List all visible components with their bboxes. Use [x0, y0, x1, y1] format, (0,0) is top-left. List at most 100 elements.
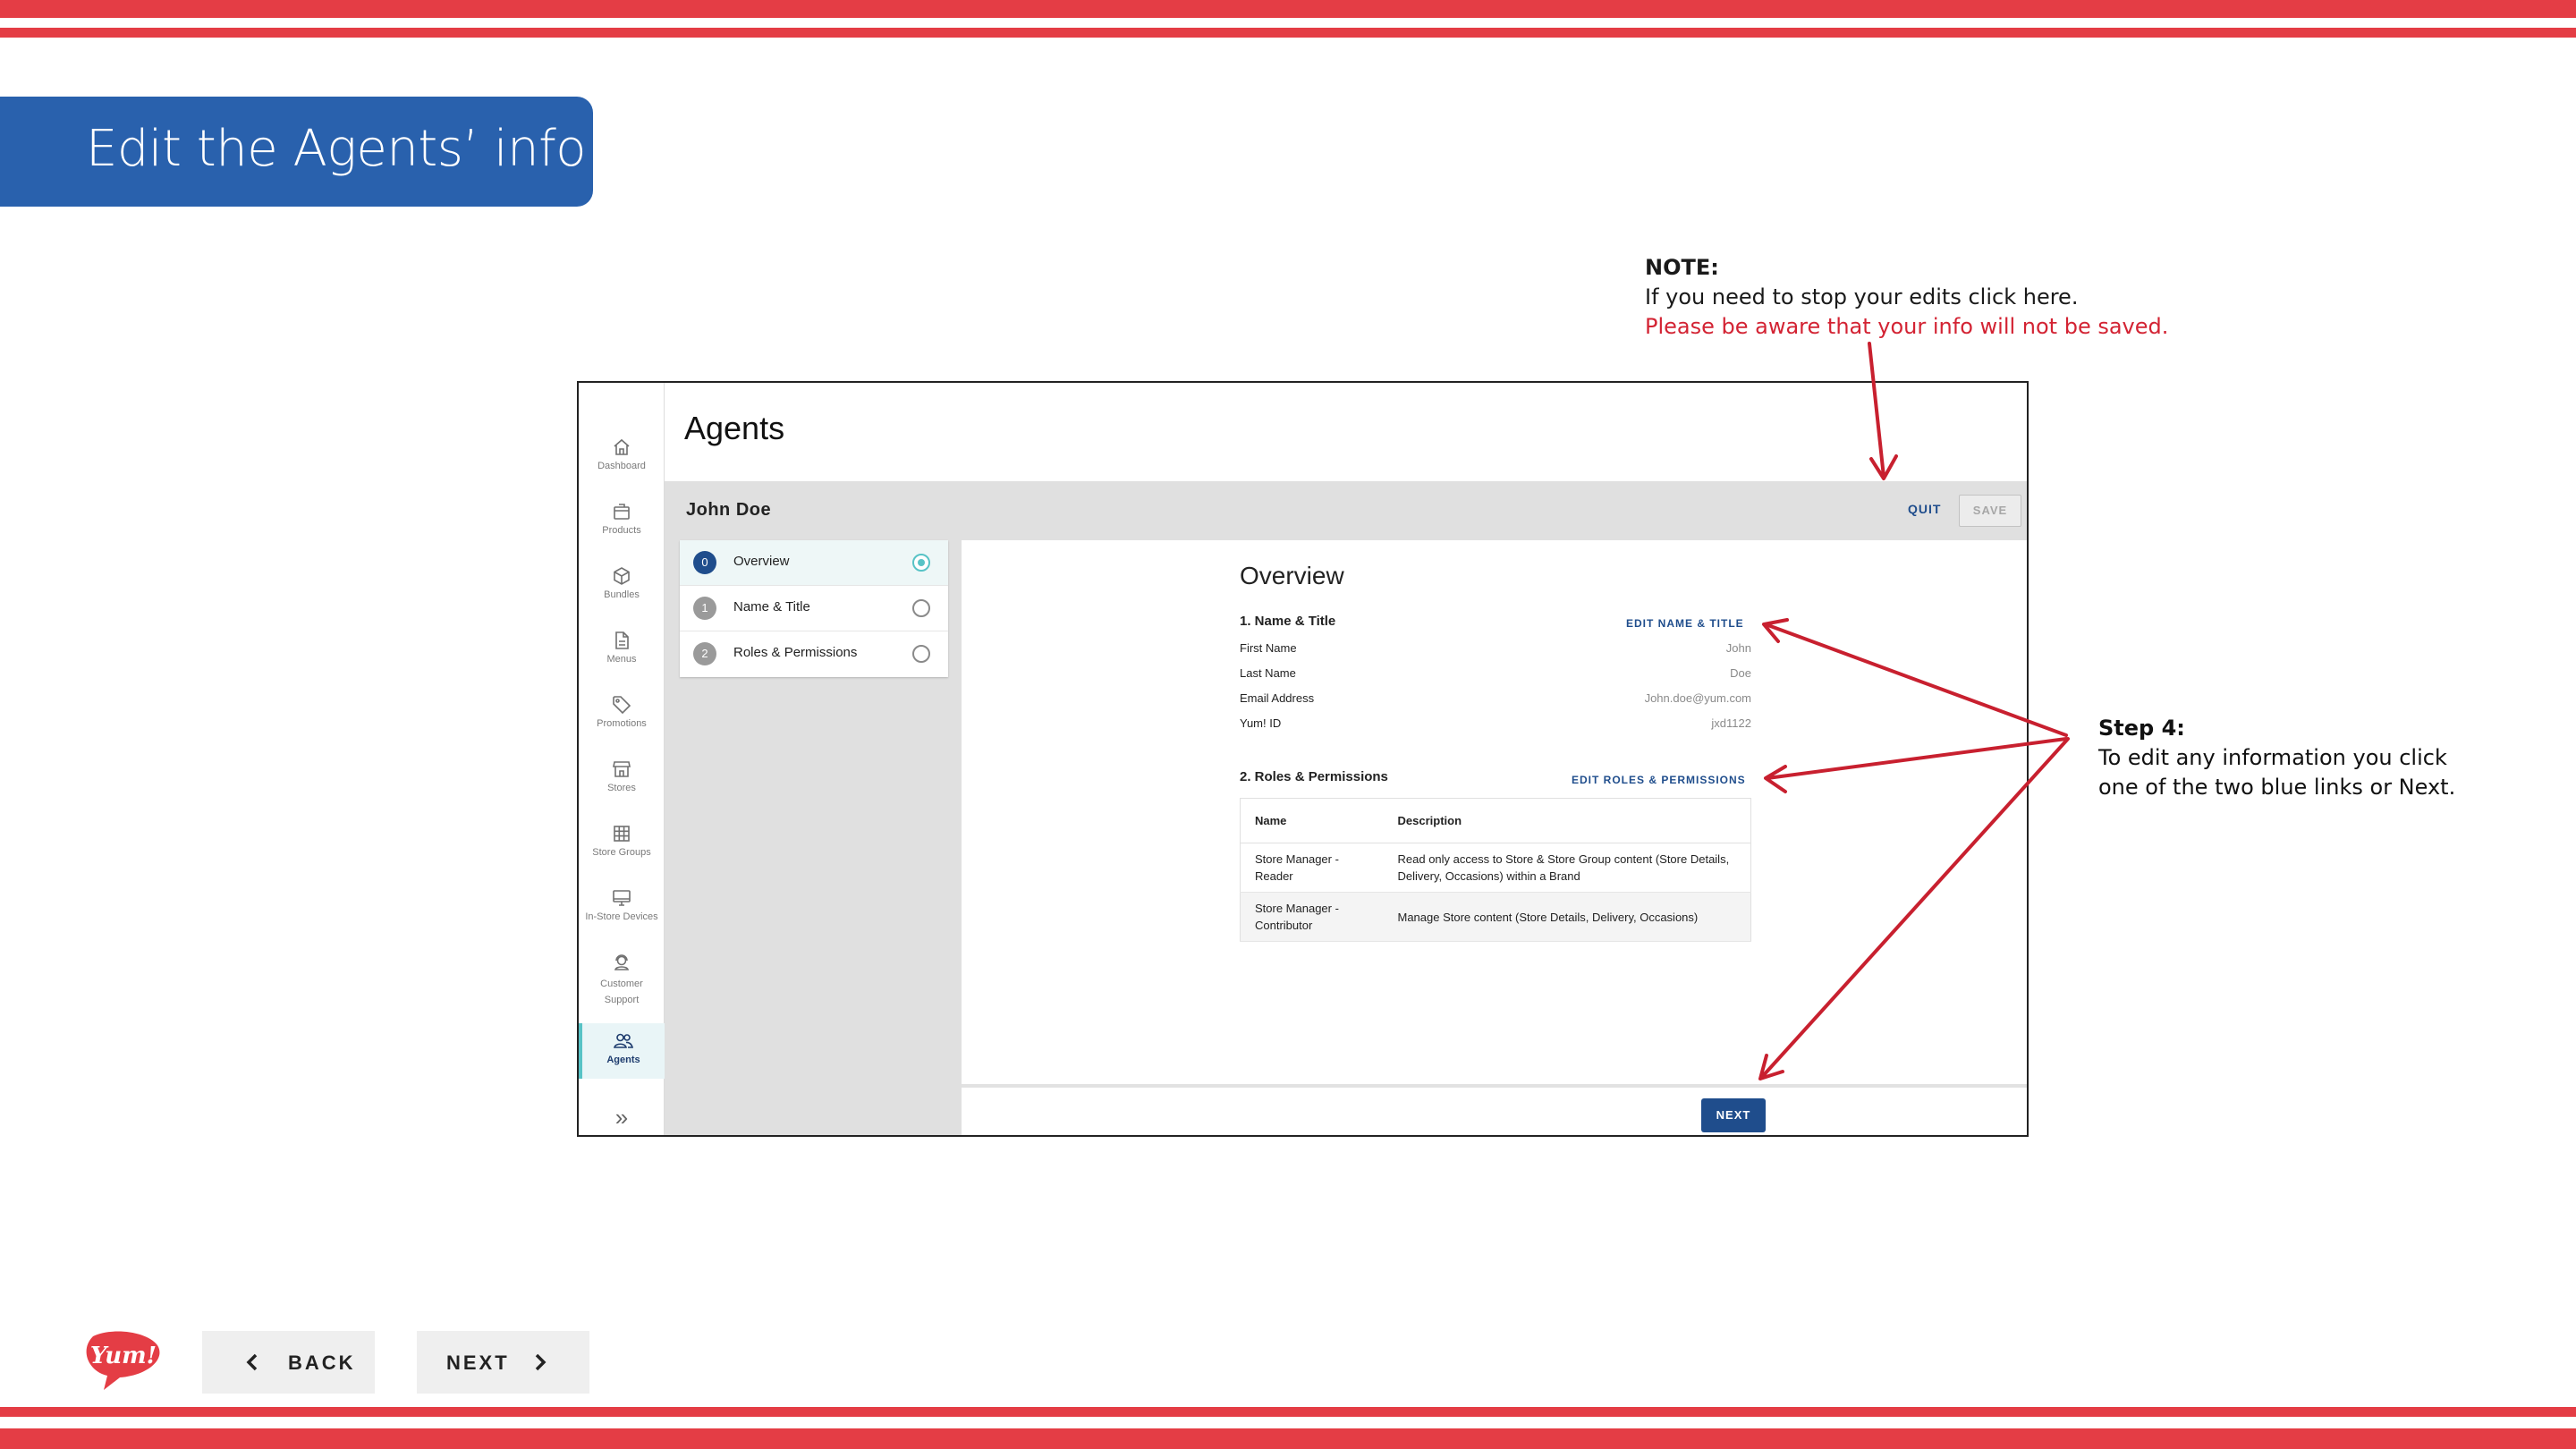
app-next-button[interactable]: NEXT [1701, 1098, 1766, 1132]
overview-title: Overview [1240, 562, 1344, 589]
sidebar-item-in-store-devices[interactable]: In-Store Devices [579, 887, 665, 922]
slide-title: Edit the Agents’ info [0, 97, 593, 207]
roles-section-title: 2. Roles & Permissions [1240, 769, 1388, 784]
table-row: Store Manager - Contributor Manage Store… [1240, 892, 1751, 942]
field-value: Doe [1730, 666, 1751, 680]
sidebar-item-label: Customer Support [600, 979, 643, 1005]
field-label: First Name [1240, 641, 1297, 655]
step-radio [912, 554, 930, 572]
monitor-icon [611, 887, 632, 909]
note-warning: Please be aware that your info will not … [1645, 314, 2169, 339]
grid-icon [611, 823, 632, 844]
sidebar-item-stores[interactable]: Stores [579, 758, 665, 793]
sidebar-item-agents[interactable]: Agents [579, 1023, 665, 1079]
overview-content: Overview 1. Name & Title EDIT NAME & TIT… [962, 540, 2027, 1135]
field-value: John [1725, 641, 1751, 655]
step-number: 1 [693, 597, 716, 620]
role-name: Store Manager - Reader [1240, 843, 1384, 893]
sidebar-item-promotions[interactable]: Promotions [579, 694, 665, 729]
sidebar-item-label: Agents [606, 1055, 640, 1065]
step-number: 0 [693, 551, 716, 574]
document-icon [611, 630, 632, 651]
sidebar-item-label: Bundles [604, 589, 640, 600]
note-heading: NOTE: [1645, 255, 1719, 280]
top-stripe-2 [0, 28, 2576, 38]
field-label: Last Name [1240, 666, 1296, 680]
step-radio [912, 645, 930, 663]
sidebar-item-label: Products [602, 525, 641, 536]
sidebar-item-bundles[interactable]: Bundles [579, 565, 665, 600]
field-value: jxd1122 [1711, 716, 1751, 730]
top-stripe-1 [0, 0, 2576, 18]
column-header-name: Name [1240, 798, 1384, 843]
page-title: Agents [684, 410, 785, 446]
sidebar: Dashboard Products Bundles Menus Promoti… [579, 383, 665, 1135]
sidebar-item-store-groups[interactable]: Store Groups [579, 823, 665, 858]
home-icon [611, 436, 632, 458]
chevron-right-icon [528, 1351, 551, 1374]
field-value: John.doe@yum.com [1644, 691, 1751, 705]
column-header-description: Description [1383, 798, 1751, 843]
next-label: NEXT [446, 1352, 510, 1374]
note-line-1: If you need to stop your edits click her… [1645, 284, 2079, 309]
sidebar-item-label: Stores [607, 783, 636, 793]
step-overview[interactable]: 0 Overview [680, 540, 948, 586]
step-roles-permissions[interactable]: 2 Roles & Permissions [680, 631, 948, 677]
sidebar-item-label: Promotions [597, 718, 647, 729]
step-list: 0 Overview 1 Name & Title 2 Roles & Perm… [680, 540, 948, 677]
step-radio [912, 599, 930, 617]
table-row: Store Manager - Reader Read only access … [1240, 843, 1751, 893]
sidebar-item-menus[interactable]: Menus [579, 630, 665, 665]
edit-name-title-link[interactable]: EDIT NAME & TITLE [1626, 617, 1744, 630]
note-callout: NOTE: If you need to stop your edits cli… [1645, 253, 2168, 342]
field-last-name: Last Name Doe [1240, 666, 1751, 680]
save-button[interactable]: SAVE [1959, 495, 2021, 527]
sidebar-item-label: Store Groups [592, 847, 651, 858]
footer-divider [962, 1084, 2027, 1088]
people-icon [613, 1030, 634, 1052]
headset-icon [611, 952, 632, 973]
back-label: BACK [288, 1352, 356, 1374]
field-yum-id: Yum! ID jxd1122 [1240, 716, 1751, 730]
svg-text:Yum!: Yum! [90, 1343, 157, 1369]
next-button[interactable]: NEXT [417, 1331, 589, 1394]
sidebar-item-label: Menus [606, 654, 637, 665]
bottom-stripe-1 [0, 1407, 2576, 1417]
yum-logo: Yum! [86, 1331, 160, 1390]
tag-icon [611, 694, 632, 716]
steps-panel: 0 Overview 1 Name & Title 2 Roles & Perm… [665, 540, 962, 1135]
chevron-left-icon [242, 1351, 265, 1374]
expand-sidebar-button[interactable]: » [606, 1104, 638, 1131]
step-label: Roles & Permissions [733, 645, 858, 660]
quit-button[interactable]: QUIT [1908, 502, 1941, 516]
field-label: Yum! ID [1240, 716, 1282, 730]
table-header-row: Name Description [1240, 798, 1751, 843]
role-description: Read only access to Store & Store Group … [1383, 843, 1751, 893]
sidebar-item-label: In-Store Devices [585, 911, 658, 922]
sidebar-item-customer-support[interactable]: Customer Support [579, 952, 665, 1008]
double-chevron-right-icon: » [614, 1104, 629, 1131]
roles-table: Name Description Store Manager - Reader … [1240, 798, 1751, 942]
agent-header-bar: John Doe QUIT SAVE [665, 481, 2027, 540]
field-first-name: First Name John [1240, 641, 1751, 655]
field-label: Email Address [1240, 691, 1315, 705]
sidebar-item-products[interactable]: Products [579, 501, 665, 536]
edit-roles-permissions-link[interactable]: EDIT ROLES & PERMISSIONS [1572, 774, 1746, 786]
step4-line-2: one of the two blue links or Next. [2098, 775, 2456, 800]
role-description: Manage Store content (Store Details, Del… [1383, 892, 1751, 942]
agent-name: John Doe [686, 500, 772, 520]
step-label: Overview [733, 554, 790, 569]
step-name-title[interactable]: 1 Name & Title [680, 586, 948, 631]
step4-heading: Step 4: [2098, 716, 2185, 741]
sidebar-item-label: Dashboard [597, 461, 646, 471]
store-icon [611, 758, 632, 780]
app-window: Dashboard Products Bundles Menus Promoti… [577, 381, 2029, 1137]
bottom-stripe-2 [0, 1428, 2576, 1449]
cube-icon [611, 565, 632, 587]
name-section-title: 1. Name & Title [1240, 614, 1336, 629]
back-button[interactable]: BACK [202, 1331, 375, 1394]
box-icon [611, 501, 632, 522]
field-email: Email Address John.doe@yum.com [1240, 691, 1751, 705]
step-label: Name & Title [733, 599, 810, 614]
sidebar-item-dashboard[interactable]: Dashboard [579, 436, 665, 471]
